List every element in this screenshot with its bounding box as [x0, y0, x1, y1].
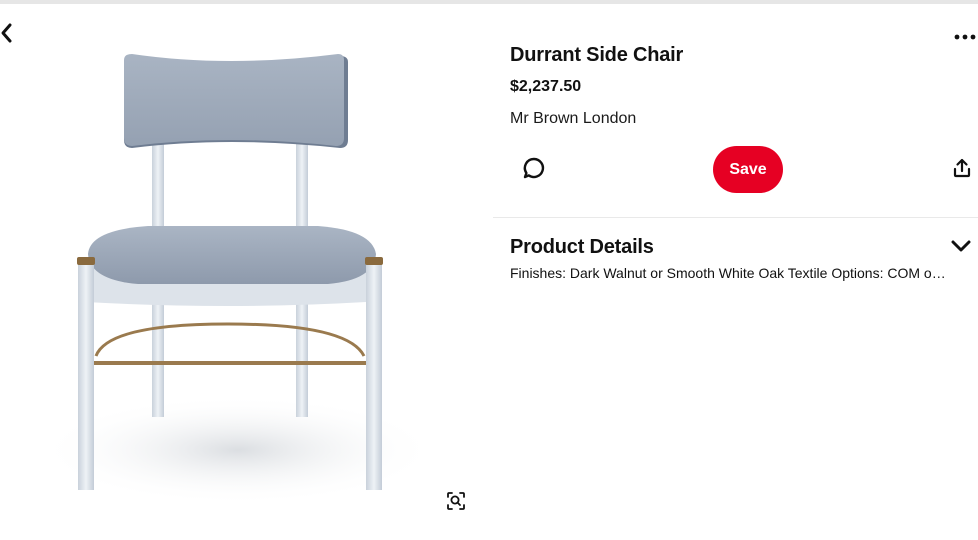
- comment-button[interactable]: [518, 154, 550, 186]
- top-border: [0, 0, 978, 4]
- product-details-heading: Product Details: [510, 236, 654, 258]
- share-icon: [952, 158, 972, 183]
- chevron-down-icon: [951, 239, 971, 257]
- visual-search-button[interactable]: [444, 491, 468, 515]
- save-button[interactable]: Save: [713, 146, 783, 193]
- pin-title: Durrant Side Chair: [510, 44, 684, 66]
- section-divider: [493, 217, 978, 218]
- pin-price: $2,237.50: [510, 78, 582, 95]
- visual-search-icon: [446, 491, 466, 516]
- pin-image[interactable]: [28, 40, 480, 530]
- share-button[interactable]: [949, 157, 975, 183]
- product-details-text: Finishes: Dark Walnut or Smooth White Oa…: [510, 265, 950, 281]
- more-options-button[interactable]: [952, 24, 978, 48]
- ellipsis-icon: [954, 27, 976, 45]
- chair-image: [38, 54, 438, 505]
- comment-icon: [522, 156, 546, 185]
- back-button[interactable]: [0, 22, 24, 48]
- seller-link[interactable]: Mr Brown London: [510, 110, 636, 128]
- chevron-left-icon: [0, 22, 14, 49]
- product-details-toggle[interactable]: [948, 236, 974, 260]
